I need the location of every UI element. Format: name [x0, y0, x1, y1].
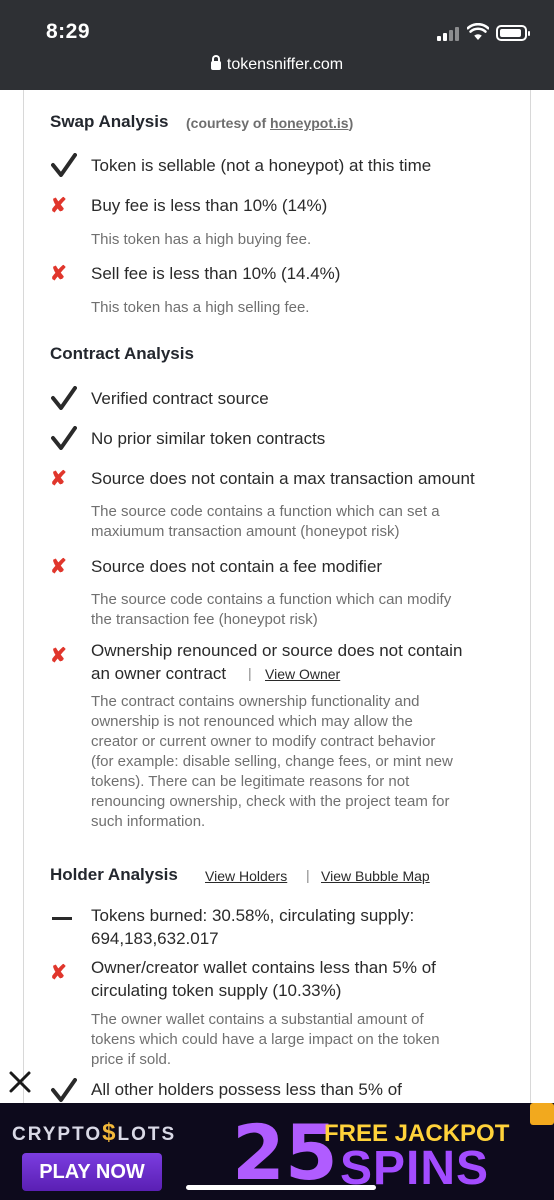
view-owner-link[interactable]: View Owner	[265, 666, 340, 682]
ownership-note-line5: tokens). There can be legitimate reasons…	[91, 773, 410, 790]
owner-note-line1: The owner wallet contains a substantial …	[91, 1011, 424, 1028]
view-bubble-map-link[interactable]: View Bubble Map	[321, 868, 430, 884]
contract-item-ownership-line1: Ownership renounced or source does not c…	[91, 641, 463, 660]
logo-right: LOTS	[117, 1124, 177, 1145]
ownership-note-line1: The contract contains ownership function…	[91, 693, 420, 710]
swap-item-buy-fee: Buy fee is less than 10% (14%)	[91, 196, 328, 215]
swap-item-sellable: Token is sellable (not a honeypot) at th…	[91, 156, 432, 175]
status-bar: 8:29 tokensniffer.com	[0, 0, 554, 90]
contract-item-fee-modifier: Source does not contain a fee modifier	[91, 557, 383, 576]
x-icon: ✘	[50, 556, 67, 578]
ownership-note-line7: such information.	[91, 813, 206, 830]
check-icon	[51, 386, 77, 410]
cryptoslots-logo: CRYPTO$LOTS	[12, 1119, 176, 1147]
close-icon[interactable]	[8, 1070, 32, 1094]
ownership-note-line4: (for example: disable selling, change fe…	[91, 753, 453, 770]
holder-item-burned-line1: Tokens burned: 30.58%, circulating suppl…	[91, 906, 415, 925]
contract-note-max-tx-line2: maxiumum transaction amount (honeypot ri…	[91, 523, 400, 540]
battery-icon	[496, 25, 530, 41]
separator: |	[248, 665, 252, 681]
logo-dollar: $	[102, 1119, 118, 1146]
view-holders-link[interactable]: View Holders	[205, 868, 287, 884]
x-icon: ✘	[50, 962, 67, 984]
owner-note-line2: tokens which could have a large impact o…	[91, 1031, 440, 1048]
check-icon	[51, 153, 77, 177]
holder-item-owner-line1: Owner/creator wallet contains less than …	[91, 958, 436, 977]
x-icon: ✘	[50, 195, 67, 217]
contract-item-max-tx: Source does not contain a max transactio…	[91, 469, 475, 488]
x-icon: ✘	[50, 263, 67, 285]
check-icon	[51, 1078, 77, 1102]
contract-item-no-similar: No prior similar token contracts	[91, 429, 326, 448]
swap-note-buy-fee: This token has a high buying fee.	[91, 231, 312, 248]
swap-note-sell-fee: This token has a high selling fee.	[91, 299, 310, 316]
x-icon: ✘	[50, 645, 67, 667]
dash-icon	[52, 917, 72, 920]
contract-note-fee-line2: the transaction fee (honeypot risk)	[91, 611, 318, 628]
x-icon: ✘	[50, 468, 67, 490]
wifi-icon	[467, 23, 489, 40]
contract-item-ownership-line2: an owner contract	[91, 664, 227, 683]
holder-analysis-heading: Holder Analysis	[50, 865, 178, 884]
home-indicator	[186, 1185, 376, 1190]
separator: |	[306, 867, 310, 883]
owner-note-line3: price if sold.	[91, 1051, 172, 1068]
page-content: Swap Analysis (courtesy of honeypot.is) …	[0, 90, 554, 1103]
holder-item-other-holders: All other holders possess less than 5% o…	[91, 1080, 402, 1099]
ad-face-icon	[530, 1103, 554, 1125]
address-bar[interactable]: tokensniffer.com	[0, 55, 554, 74]
contract-item-verified: Verified contract source	[91, 389, 269, 408]
ad-number: 25	[232, 1108, 338, 1197]
courtesy-note: (courtesy of honeypot.is)	[186, 115, 353, 131]
logo-left: CRYPTO	[12, 1124, 103, 1145]
contract-analysis-heading: Contract Analysis	[50, 344, 194, 363]
courtesy-suffix: )	[348, 115, 354, 131]
lock-icon	[210, 55, 221, 70]
clock: 8:29	[46, 20, 91, 43]
swap-item-sell-fee: Sell fee is less than 10% (14.4%)	[91, 264, 341, 283]
swap-analysis-heading: Swap Analysis	[50, 112, 169, 131]
holder-item-owner-line2: circulating token supply (10.33%)	[91, 981, 342, 1000]
contract-note-fee-line1: The source code contains a function whic…	[91, 591, 452, 608]
url-text: tokensniffer.com	[226, 56, 344, 73]
contract-note-max-tx-line1: The source code contains a function whic…	[91, 503, 440, 520]
ownership-note-line6: renouncing ownership, check with the pro…	[91, 793, 450, 810]
courtesy-prefix: (courtesy of	[186, 115, 271, 131]
ownership-note-line3: creator or current owner to modify contr…	[91, 733, 436, 750]
ownership-note-line2: ownership is not renounced which may all…	[91, 713, 413, 730]
check-icon	[51, 426, 77, 450]
holder-item-burned-line2: 694,183,632.017	[91, 929, 219, 948]
play-now-button[interactable]: PLAY NOW	[22, 1153, 162, 1191]
cellular-signal-icon	[437, 27, 461, 41]
honeypot-link[interactable]: honeypot.is	[270, 115, 349, 131]
